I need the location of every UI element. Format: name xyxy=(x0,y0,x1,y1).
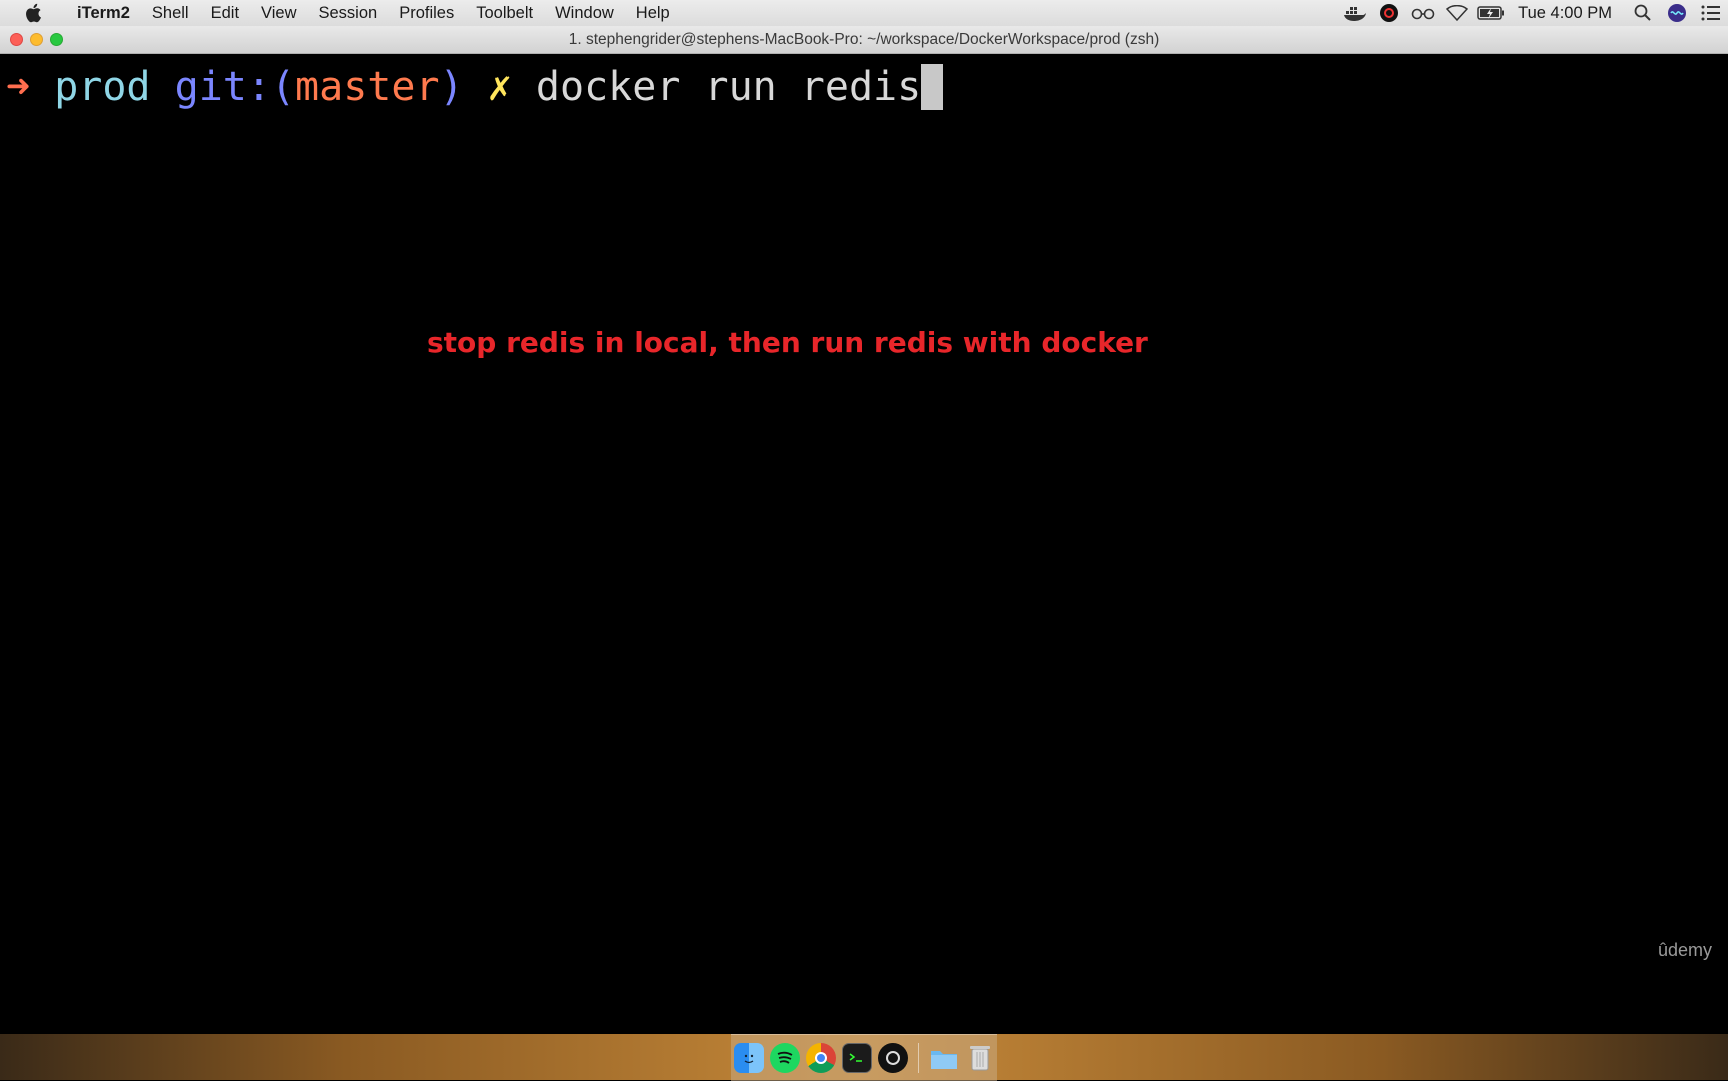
git-branch: master xyxy=(295,64,440,110)
prompt-line: ➜ prod git:(master) ✗ docker run redis xyxy=(6,60,944,114)
dirty-marker: ✗ xyxy=(487,64,512,110)
udemy-watermark: ûdemy xyxy=(1658,940,1713,960)
apple-menu-icon[interactable] xyxy=(0,3,66,23)
menu-shell[interactable]: Shell xyxy=(141,4,200,23)
spotify-icon[interactable] xyxy=(769,1043,800,1073)
menu-profiles[interactable]: Profiles xyxy=(388,4,465,23)
wifi-icon[interactable] xyxy=(1440,0,1474,26)
trash-icon[interactable] xyxy=(965,1043,995,1073)
git-prefix: git:( xyxy=(174,64,296,110)
status-area: Tue 4:00 PM xyxy=(1338,0,1728,26)
glasses-icon[interactable] xyxy=(1406,0,1440,26)
git-suffix: ) xyxy=(439,64,464,110)
battery-icon[interactable] xyxy=(1474,0,1508,26)
finder-icon[interactable] xyxy=(733,1043,764,1073)
terminal-pane[interactable]: ➜ prod git:(master) ✗ docker run redis xyxy=(0,54,1728,1034)
docker-icon[interactable] xyxy=(1338,0,1372,26)
window-title: 1. stephengrider@stephens-MacBook-Pro: ~… xyxy=(568,31,1160,48)
text-cursor xyxy=(921,64,944,110)
obs-icon[interactable] xyxy=(1372,0,1406,26)
overlay-annotation: stop redis in local, then run redis with… xyxy=(427,326,1148,359)
menu-session[interactable]: Session xyxy=(308,4,389,23)
menu-clock[interactable]: Tue 4:00 PM xyxy=(1508,4,1626,23)
dock-separator xyxy=(917,1043,919,1073)
window-titlebar[interactable]: 1. stephengrider@stephens-MacBook-Pro: ~… xyxy=(0,26,1728,54)
menu-edit[interactable]: Edit xyxy=(200,4,250,23)
typed-command: docker run redis xyxy=(535,64,922,110)
menu-view[interactable]: View xyxy=(250,4,307,23)
prompt-directory: prod xyxy=(54,64,151,110)
menu-app-name[interactable]: iTerm2 xyxy=(66,4,141,23)
prompt-arrow-icon: ➜ xyxy=(6,64,31,110)
search-icon[interactable] xyxy=(1626,0,1660,26)
dock xyxy=(731,1034,997,1081)
siri-icon[interactable] xyxy=(1660,0,1694,26)
obs-icon[interactable] xyxy=(877,1043,908,1073)
notification-center-icon[interactable] xyxy=(1694,0,1728,26)
chrome-icon[interactable] xyxy=(805,1043,836,1073)
menu-window[interactable]: Window xyxy=(544,4,625,23)
terminal-icon[interactable] xyxy=(841,1043,872,1073)
folder-icon[interactable] xyxy=(929,1043,959,1073)
menu-bar: iTerm2 Shell Edit View Session Profiles … xyxy=(0,0,1728,26)
menu-toolbelt[interactable]: Toolbelt xyxy=(465,4,544,23)
menu-help[interactable]: Help xyxy=(625,4,681,23)
